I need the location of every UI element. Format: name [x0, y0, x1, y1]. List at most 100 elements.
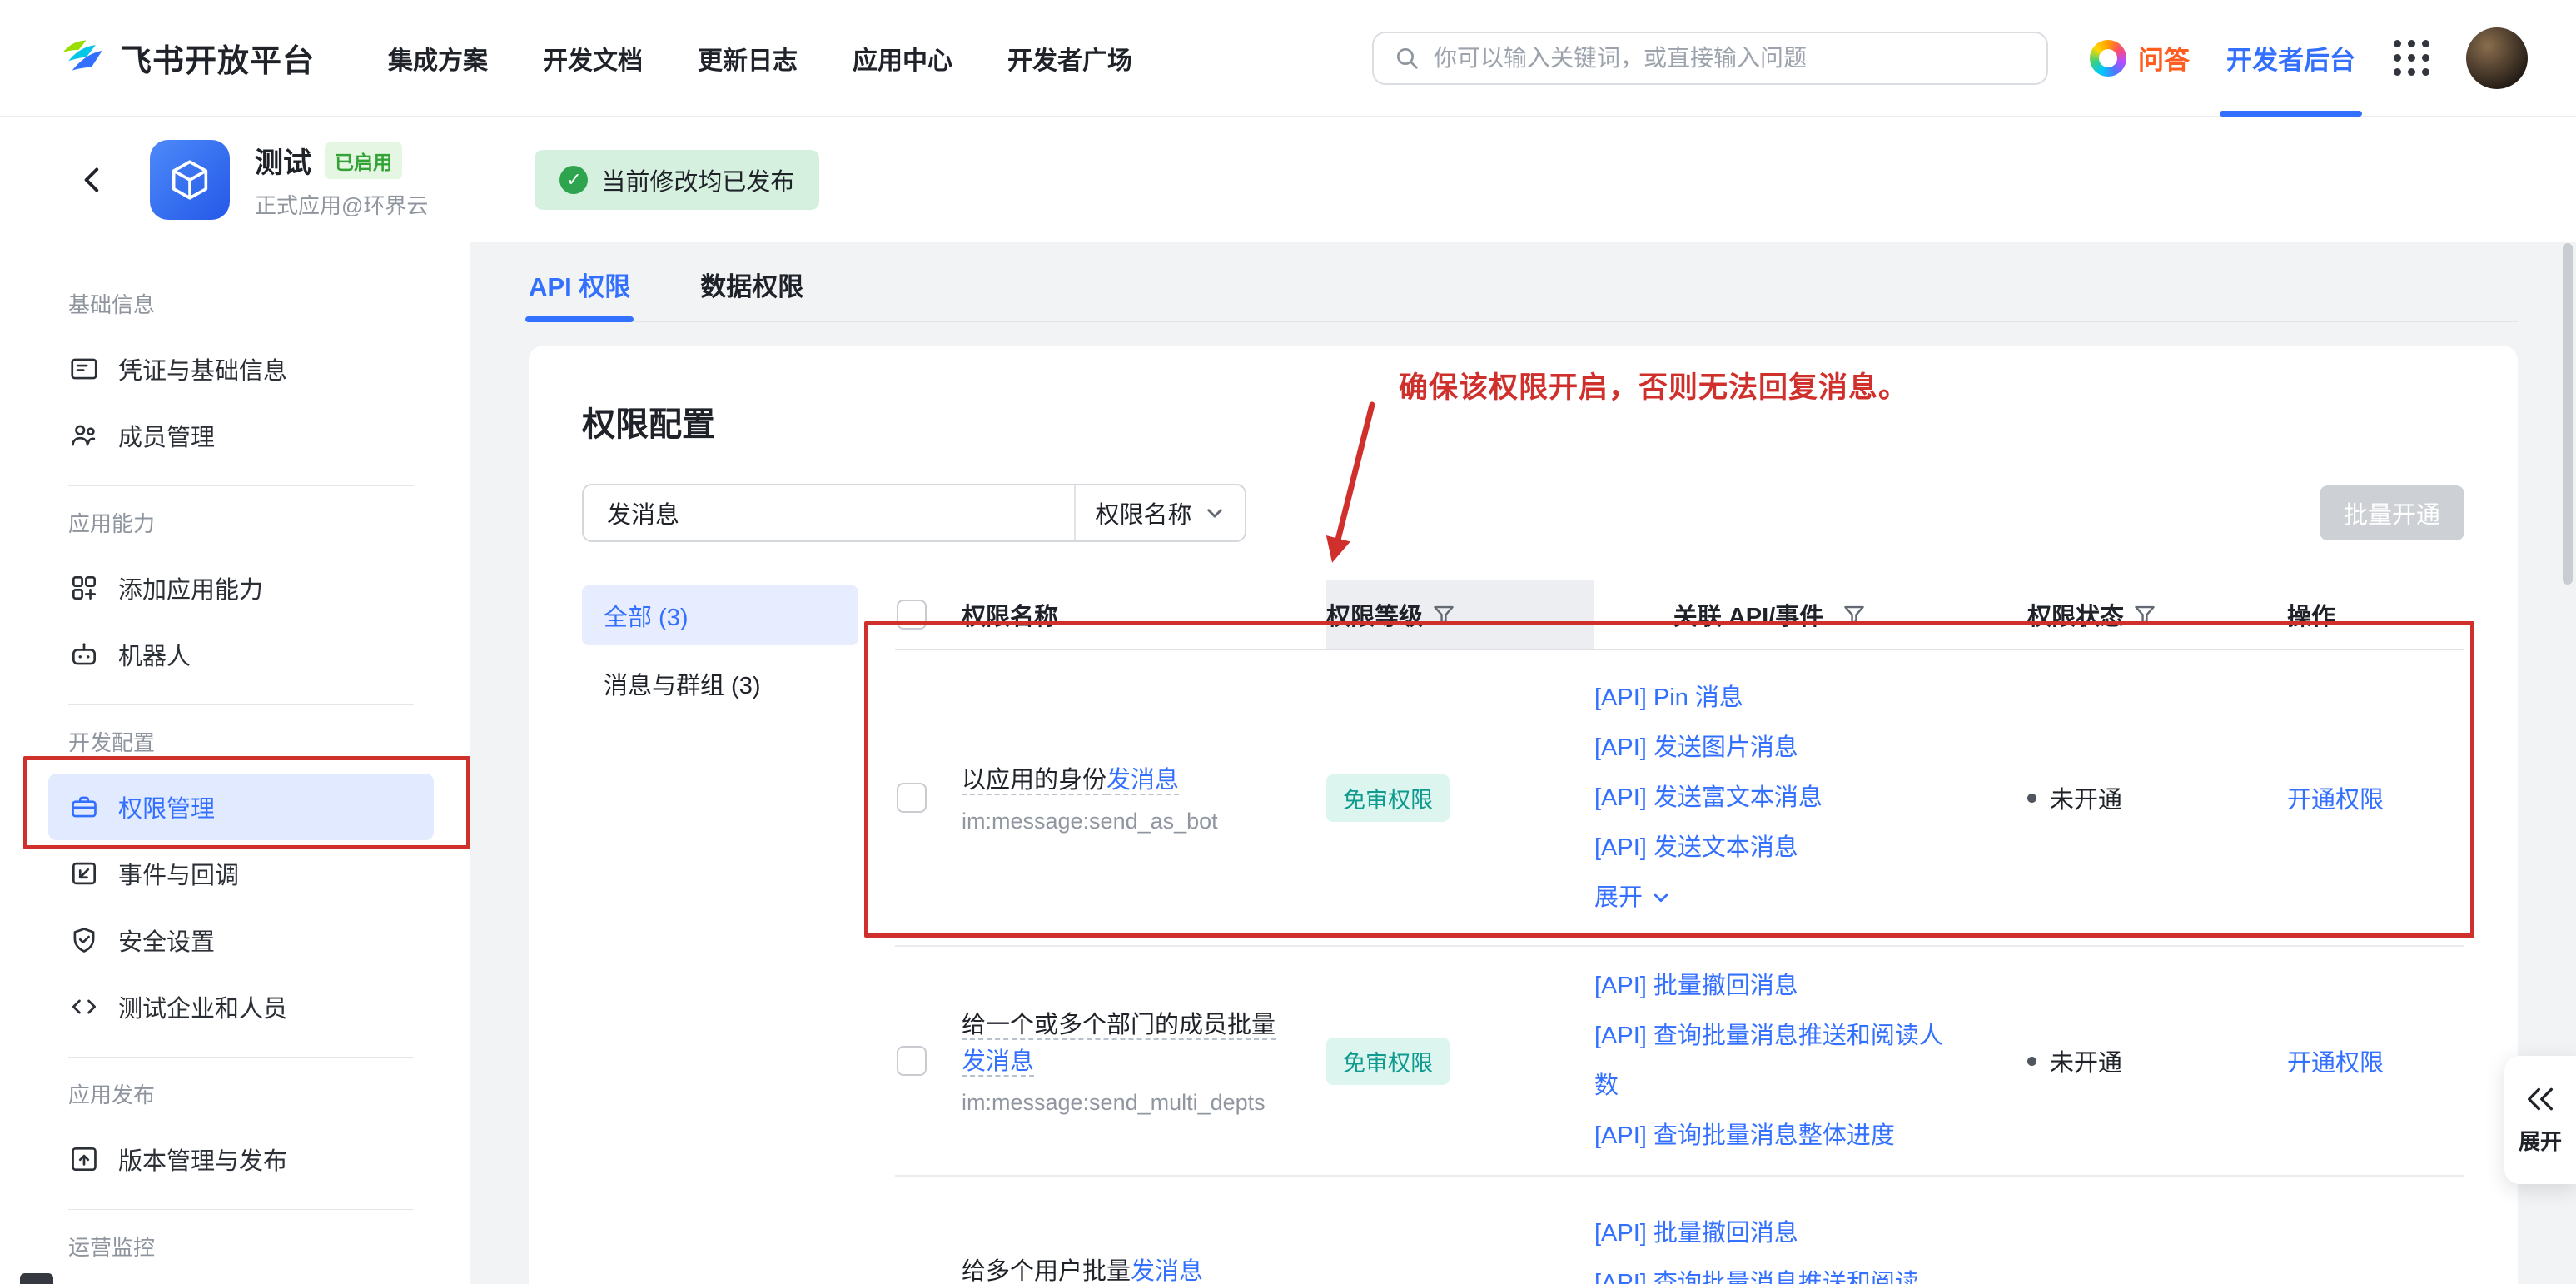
search-icon	[1394, 45, 1420, 72]
code-icon	[68, 991, 100, 1023]
permission-table: 权限名称 权限等级 关联 API/事件	[895, 580, 2464, 1284]
tab-api-permissions[interactable]: API 权限	[529, 247, 630, 321]
sidebar-section-basic: 基础信息	[68, 292, 434, 317]
brand-name: 飞书开放平台	[120, 35, 315, 81]
nav-right-area: 问答 开发者后台	[2090, 0, 2528, 116]
bottom-edge-artifact	[20, 1273, 53, 1284]
nav-item-integration[interactable]: 集成方案	[388, 40, 488, 77]
sidebar-item-version-release[interactable]: 版本管理与发布	[48, 1126, 434, 1192]
api-link[interactable]: [API] 批量撤回消息	[1594, 961, 1944, 1011]
brand[interactable]: 飞书开放平台	[60, 35, 315, 81]
nav-item-app-center[interactable]: 应用中心	[853, 40, 952, 77]
api-link[interactable]: [API] 发送图片消息	[1594, 723, 1944, 773]
id-card-icon	[68, 353, 100, 385]
select-all-checkbox[interactable]	[897, 600, 927, 630]
back-button[interactable]	[77, 162, 113, 198]
sidebar-item-permissions[interactable]: 权限管理	[48, 774, 434, 840]
global-search[interactable]	[1372, 32, 2048, 85]
header-permission-level[interactable]: 权限等级	[1326, 580, 1594, 649]
permission-name[interactable]: 给多个用户批量发消息	[962, 1253, 1296, 1284]
app-meta: 测试 已启用 正式应用@环界云	[255, 140, 428, 220]
nav-menu: 集成方案 开发文档 更新日志 应用中心 开发者广场	[388, 40, 1132, 77]
sidebar: 基础信息 凭证与基础信息 成员管理 应用能力 添加应用能力	[0, 242, 470, 1284]
upload-box-icon	[68, 1143, 100, 1175]
sidebar-item-bot[interactable]: 机器人	[48, 621, 434, 688]
status-cell: 未开通	[2027, 780, 2287, 815]
app-header: 测试 已启用 正式应用@环界云 ✓ 当前修改均已发布	[0, 117, 2576, 242]
avatar[interactable]	[2466, 27, 2528, 89]
sidebar-section-monitoring: 运营监控	[68, 1235, 434, 1260]
permission-tabs: API 权限 数据权限	[529, 242, 2518, 322]
table-header: 权限名称 权限等级 关联 API/事件	[895, 580, 2464, 650]
status-dot-icon	[2027, 1057, 2036, 1066]
permission-search-group: 权限名称	[582, 484, 1246, 542]
expand-link[interactable]: 展开	[1594, 873, 1944, 923]
tab-data-permissions[interactable]: 数据权限	[700, 247, 803, 321]
apps-grid-icon[interactable]	[2394, 40, 2429, 76]
top-navbar: 飞书开放平台 集成方案 开发文档 更新日志 应用中心 开发者广场 问答 开发者后…	[0, 0, 2576, 117]
permission-name[interactable]: 给一个或多个部门的成员批量发消息	[962, 1007, 1296, 1080]
check-circle-icon: ✓	[559, 166, 588, 194]
row-checkbox[interactable]	[897, 783, 927, 813]
briefcase-icon	[68, 791, 100, 823]
event-icon	[68, 858, 100, 889]
sidebar-divider	[68, 1209, 414, 1210]
category-all[interactable]: 全部 (3)	[582, 585, 858, 645]
open-permission-link[interactable]: 开通权限	[2287, 787, 2384, 814]
members-icon	[68, 420, 100, 451]
row-checkbox[interactable]	[897, 1046, 927, 1076]
permission-name[interactable]: 以应用的身份发消息	[962, 762, 1296, 799]
sidebar-item-test-org[interactable]: 测试企业和人员	[48, 973, 434, 1040]
open-permission-link[interactable]: 开通权限	[2287, 1050, 2384, 1077]
sidebar-section-capability: 应用能力	[68, 511, 434, 536]
sidebar-item-events[interactable]: 事件与回调	[48, 840, 434, 907]
sidebar-section-devconfig: 开发配置	[68, 730, 434, 755]
app-subtitle: 正式应用@环界云	[255, 189, 428, 220]
vertical-scrollbar[interactable]	[2563, 243, 2573, 585]
sidebar-divider	[68, 1057, 414, 1058]
sidebar-item-members[interactable]: 成员管理	[48, 402, 434, 469]
api-link[interactable]: [API] 发送文本消息	[1594, 823, 1944, 873]
qa-link[interactable]: 问答	[2090, 39, 2190, 77]
api-link[interactable]: [API] Pin 消息	[1594, 673, 1944, 723]
search-field-select[interactable]: 权限名称	[1074, 485, 1245, 540]
page-title: 权限配置	[582, 346, 2464, 445]
chevron-down-icon	[1651, 888, 1671, 908]
sidebar-divider	[68, 704, 414, 705]
api-link[interactable]: [API] 查询批量消息推送和阅读	[1594, 1258, 1944, 1284]
category-message-group[interactable]: 消息与群组 (3)	[582, 654, 858, 714]
permission-card: 权限配置 权限名称 批量开通 全部 (3) 消息与群组	[529, 346, 2518, 1284]
status-cell: 未开通	[2027, 1043, 2287, 1078]
permission-content: 全部 (3) 消息与群组 (3) 权限名称 权限等级	[582, 580, 2464, 1284]
apps-plus-icon	[68, 572, 100, 604]
expander-label: 展开	[2519, 1125, 2562, 1156]
api-link[interactable]: [API] 发送富文本消息	[1594, 773, 1944, 823]
batch-open-button[interactable]: 批量开通	[2320, 485, 2464, 540]
permission-search-input[interactable]	[584, 485, 1074, 540]
api-link[interactable]: [API] 批量撤回消息	[1594, 1208, 1944, 1258]
sidebar-item-add-capability[interactable]: 添加应用能力	[48, 555, 434, 621]
app-name: 测试	[255, 140, 311, 181]
nav-item-changelog[interactable]: 更新日志	[698, 40, 798, 77]
permission-scope: im:message:send_multi_depts	[962, 1090, 1296, 1116]
sidebar-item-security[interactable]: 安全设置	[48, 907, 434, 973]
api-link[interactable]: [API] 查询批量消息推送和阅读人数	[1594, 1011, 1944, 1111]
table-row: 给多个用户批量发消息 [API] 批量撤回消息 [API] 查询批量消息推送和阅…	[895, 1177, 2464, 1284]
permission-scope: im:message:send_as_bot	[962, 809, 1296, 834]
developer-console-link[interactable]: 开发者后台	[2226, 0, 2355, 117]
publish-status-pill: ✓ 当前修改均已发布	[535, 150, 819, 210]
status-badge: 已启用	[325, 142, 402, 179]
chevron-down-icon	[1204, 502, 1226, 524]
shield-icon	[68, 924, 100, 956]
status-dot-icon	[2027, 794, 2036, 803]
nav-item-docs[interactable]: 开发文档	[543, 40, 643, 77]
panel-expander-button[interactable]: 展开	[2504, 1056, 2576, 1184]
global-search-input[interactable]	[1434, 45, 2026, 72]
header-related-api[interactable]: 关联 API/事件	[1594, 580, 2027, 649]
sidebar-item-credentials[interactable]: 凭证与基础信息	[48, 336, 434, 402]
table-row: 以应用的身份发消息 im:message:send_as_bot 免审权限 [A…	[895, 650, 2464, 947]
level-badge: 免审权限	[1326, 1038, 1450, 1085]
header-permission-status[interactable]: 权限状态	[2027, 580, 2287, 649]
nav-item-dev-plaza[interactable]: 开发者广场	[1007, 40, 1132, 77]
api-link[interactable]: [API] 查询批量消息整体进度	[1594, 1111, 1944, 1161]
